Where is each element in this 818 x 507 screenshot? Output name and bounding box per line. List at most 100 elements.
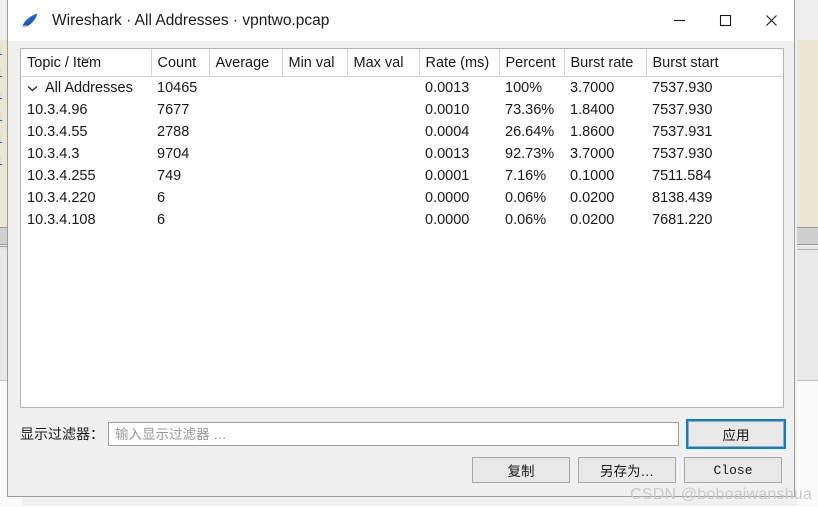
cell-count: 7677	[157, 102, 190, 118]
close-button[interactable]: Close	[684, 457, 782, 483]
cell-burst-rate: 1.8400	[570, 102, 615, 118]
column-header-label: Rate (ms)	[425, 54, 490, 71]
cell-burst-start: 8138.439	[652, 190, 713, 206]
column-header-rate-ms[interactable]: Rate (ms)	[419, 49, 500, 77]
cell-burst-rate: 0.1000	[570, 168, 615, 184]
topic-label: All Addresses	[45, 79, 133, 96]
cell-rate-ms: 0.0001	[425, 168, 470, 184]
topic-label: 10.3.4.255	[27, 168, 96, 184]
cell-min-val	[282, 165, 347, 187]
cell-topic: 10.3.4.220	[21, 187, 151, 209]
table-row[interactable]: All Addresses 10465 0.0013 100% 3.7000 7537.9…	[21, 77, 783, 100]
cell-topic: 10.3.4.3	[21, 143, 151, 165]
cell-rate-ms: 0.0013	[425, 80, 470, 96]
column-header-average[interactable]: Average	[209, 49, 283, 77]
cell-burst-rate: 3.7000	[570, 146, 615, 162]
copy-button[interactable]: 复制	[472, 457, 570, 483]
statistics-tree-panel[interactable]: Topic / Item Count Average Min val Max v…	[20, 48, 784, 408]
cell-burst-start: 7537.930	[652, 102, 713, 118]
cell-burst-rate: 1.8600	[570, 124, 615, 140]
topic-label: 10.3.4.220	[27, 190, 96, 206]
cell-percent: 0.06%	[505, 212, 547, 228]
statistics-table: Topic / Item Count Average Min val Max v…	[21, 49, 783, 231]
cell-count: 2788	[157, 124, 190, 140]
column-header-label: Average	[215, 54, 270, 71]
cell-burst-start: 7511.584	[652, 168, 712, 184]
cell-topic: 10.3.4.55	[21, 121, 151, 143]
column-header-topic[interactable]: Topic / Item	[21, 49, 152, 77]
cell-burst-start: 7681.220	[652, 212, 713, 228]
dialog-button-row: 复制 另存为… Close	[472, 457, 782, 483]
statistics-table-body: All Addresses 10465 0.0013 100% 3.7000 7537.9…	[21, 77, 783, 232]
cell-average	[209, 121, 282, 143]
cell-count: 10465	[157, 80, 198, 96]
statistics-dialog: Wireshark · All Addresses · vpntwo.pcap	[7, 0, 795, 497]
topic-label: 10.3.4.3	[27, 146, 80, 162]
cell-min-val	[282, 143, 347, 165]
background-bytes-pane-right	[797, 380, 818, 507]
column-header-percent[interactable]: Percent	[499, 49, 565, 77]
maximize-icon[interactable]	[702, 0, 748, 41]
cell-count: 6	[157, 190, 166, 206]
background-packet-list-right	[797, 40, 818, 227]
cell-topic: 10.3.4.108	[21, 209, 151, 231]
cell-max-val	[347, 121, 419, 143]
save-as-button[interactable]: 另存为…	[578, 457, 676, 483]
cell-max-val	[347, 209, 419, 231]
cell-count: 6	[157, 212, 166, 228]
column-header-burst-start[interactable]: Burst start	[646, 49, 783, 77]
dialog-titlebar[interactable]: Wireshark · All Addresses · vpntwo.pcap	[8, 0, 794, 41]
column-header-count[interactable]: Count	[151, 49, 210, 77]
cell-min-val	[282, 121, 347, 143]
column-header-label: Percent	[505, 54, 556, 71]
table-row[interactable]: 10.3.4.255 749 0.0001 7.16% 0.1000 7511.584	[21, 165, 783, 187]
cell-max-val	[347, 99, 419, 121]
dialog-title: Wireshark · All Addresses · vpntwo.pcap	[52, 11, 330, 29]
table-header-row: Topic / Item Count Average Min val Max v…	[21, 49, 783, 77]
table-row[interactable]: 10.3.4.55 2788 0.0004 26.64% 1.8600 7537.931	[21, 121, 783, 143]
display-filter-input[interactable]	[108, 422, 679, 446]
cell-topic: All Addresses	[21, 77, 151, 100]
topic-label: 10.3.4.96	[27, 102, 88, 118]
column-header-label: Burst start	[652, 54, 719, 71]
cell-rate-ms: 0.0010	[425, 102, 470, 118]
background-pane-splitter-right	[797, 227, 818, 245]
cell-percent: 26.64%	[505, 124, 555, 140]
topic-label: 10.3.4.55	[27, 124, 88, 140]
cell-max-val	[347, 187, 419, 209]
cell-burst-start: 7537.930	[652, 146, 713, 162]
cell-max-val	[347, 77, 419, 100]
wireshark-shark-fin-icon	[19, 10, 41, 32]
cell-burst-rate: 3.7000	[570, 80, 615, 96]
chevron-down-icon[interactable]	[27, 80, 41, 96]
table-row[interactable]: 10.3.4.220 6 0.0000 0.06% 0.0200 8138.439	[21, 187, 783, 209]
cell-count: 749	[157, 168, 182, 184]
close-icon[interactable]	[748, 0, 794, 41]
column-header-label: Count	[157, 54, 197, 71]
cell-min-val	[282, 99, 347, 121]
background-detail-pane-right	[797, 250, 818, 380]
minimize-icon[interactable]	[656, 0, 702, 41]
apply-filter-button[interactable]: 应用	[686, 419, 786, 449]
cell-min-val	[282, 187, 347, 209]
column-header-min-val[interactable]: Min val	[282, 49, 348, 77]
window-controls	[656, 0, 794, 41]
cell-burst-rate: 0.0200	[570, 212, 615, 228]
cell-topic: 10.3.4.96	[21, 99, 151, 121]
column-header-label: Min val	[288, 54, 335, 71]
column-header-burst-rate[interactable]: Burst rate	[564, 49, 647, 77]
cell-min-val	[282, 77, 347, 100]
cell-average	[209, 99, 282, 121]
display-filter-bar: 显示过滤器： 应用	[20, 419, 786, 449]
column-header-max-val[interactable]: Max val	[347, 49, 420, 77]
cell-average	[209, 165, 282, 187]
table-row[interactable]: 10.3.4.96 7677 0.0010 73.36% 1.8400 7537.930	[21, 99, 783, 121]
table-row[interactable]: 10.3.4.108 6 0.0000 0.06% 0.0200 7681.220	[21, 209, 783, 231]
cell-min-val	[282, 209, 347, 231]
cell-average	[209, 77, 282, 100]
cell-max-val	[347, 143, 419, 165]
cell-percent: 100%	[505, 80, 543, 96]
column-header-label: Max val	[353, 54, 404, 71]
cell-average	[209, 187, 282, 209]
table-row[interactable]: 10.3.4.3 9704 0.0013 92.73% 3.7000 7537.930	[21, 143, 783, 165]
